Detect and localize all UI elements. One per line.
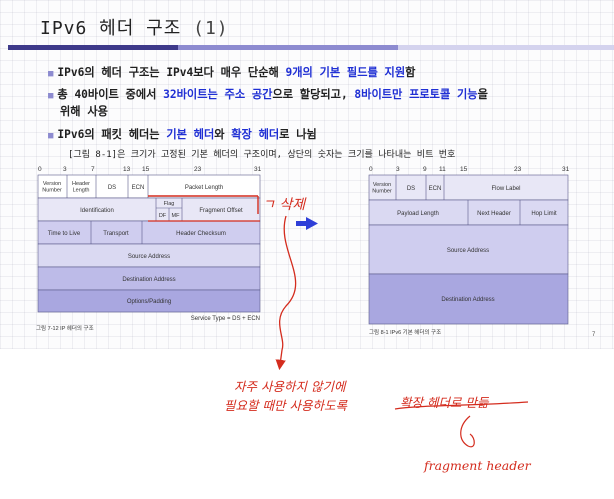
bit-number: 0 (369, 166, 373, 173)
annotation-extension-header: 확장 헤더로 만듦 (400, 395, 489, 410)
annotation-rarely-used: 자주 사용하지 않기에 (234, 379, 346, 394)
annotation-use-when-needed: 필요할 때만 사용하도록 (224, 398, 347, 413)
bit-number: 7 (91, 166, 95, 173)
service-type-note: Service Type = DS + ECN (191, 316, 260, 322)
bit-number: 3 (396, 166, 400, 173)
bit-number: 3 (63, 166, 67, 173)
ipv4-source-address-field: Source Address (128, 254, 170, 260)
ipv6-ds-field: DS (407, 186, 415, 192)
bit-number: 23 (514, 166, 522, 173)
bit-number: 23 (194, 166, 202, 173)
ipv6-destination-address-field: Destination Address (441, 297, 494, 303)
ipv6-flow-label-field: Flow Label (491, 186, 520, 192)
ipv4-identification-field: Identification (80, 208, 114, 214)
ipv4-packet-length-field: Packet Length (185, 185, 223, 191)
ipv6-version-field: Version Number (372, 182, 392, 195)
ipv6-row-1 (368, 174, 569, 201)
ipv4-destination-address-field: Destination Address (122, 277, 175, 283)
bit-number: 15 (460, 166, 468, 173)
bit-number: 31 (254, 166, 262, 173)
ipv6-next-header-field: Next Header (477, 211, 511, 217)
bit-number: 0 (38, 166, 42, 173)
ipv6-source-address-field: Source Address (447, 248, 489, 254)
ipv4-figure-caption: 그림 7-12 IP 헤더의 구조 (36, 324, 94, 332)
ipv4-transport-field: Transport (103, 231, 129, 237)
bit-number: 15 (142, 166, 150, 173)
ipv6-payload-length-field: Payload Length (397, 211, 439, 217)
lecture-slide: IPv6 헤더 구조 (1) ■ IPv6의 헤더 구조는 IPv4보다 매우 단… (0, 0, 614, 349)
arrow-right-icon (296, 217, 318, 230)
bit-number: 13 (123, 166, 131, 173)
ipv4-header-checksum-field: Header Checksum (176, 231, 226, 237)
ipv6-bit-numbers: 0 3 9 11 15 23 31 (369, 166, 570, 173)
ipv4-mf-field: MF (172, 213, 181, 219)
bit-number: 9 (423, 166, 427, 173)
ipv6-hop-limit-field: Hop Limit (531, 211, 557, 217)
annotation-deleted: ㄱ 삭제 (262, 197, 306, 213)
ipv6-figure-caption: 그림 8-1 IPv6 기본 헤더의 구조 (369, 328, 441, 336)
ipv4-flag-field: Flag (164, 201, 175, 207)
ipv4-version-field: Version Number (42, 181, 62, 194)
ipv4-bit-numbers: 0 3 7 13 15 23 31 (38, 166, 262, 173)
ipv4-df-field: DF (159, 213, 167, 219)
ipv4-ecn-field: ECN (132, 185, 145, 191)
bit-number: 31 (562, 166, 570, 173)
ipv4-ttl-field: Time to Live (48, 231, 81, 237)
ipv4-fragment-offset-field: Fragment Offset (199, 208, 243, 214)
ipv6-header-diagram: 0 3 9 11 15 23 31 Version Number DS ECN F… (368, 166, 596, 338)
bit-number: 11 (439, 166, 446, 173)
ipv4-options-field: Options/Padding (127, 299, 171, 305)
header-diagrams: 0 3 7 13 15 23 31 Version Number Header Le… (36, 166, 596, 338)
ipv6-ecn-field: ECN (429, 186, 442, 192)
annotation-fragment-header: fragment header (424, 458, 531, 473)
ipv4-ds-field: DS (108, 185, 116, 191)
page-mark: 7 (592, 332, 596, 338)
ipv4-header-diagram: 0 3 7 13 15 23 31 Version Number Header Le… (36, 166, 262, 332)
ipv4-header-length-field: Header Length (72, 181, 90, 194)
